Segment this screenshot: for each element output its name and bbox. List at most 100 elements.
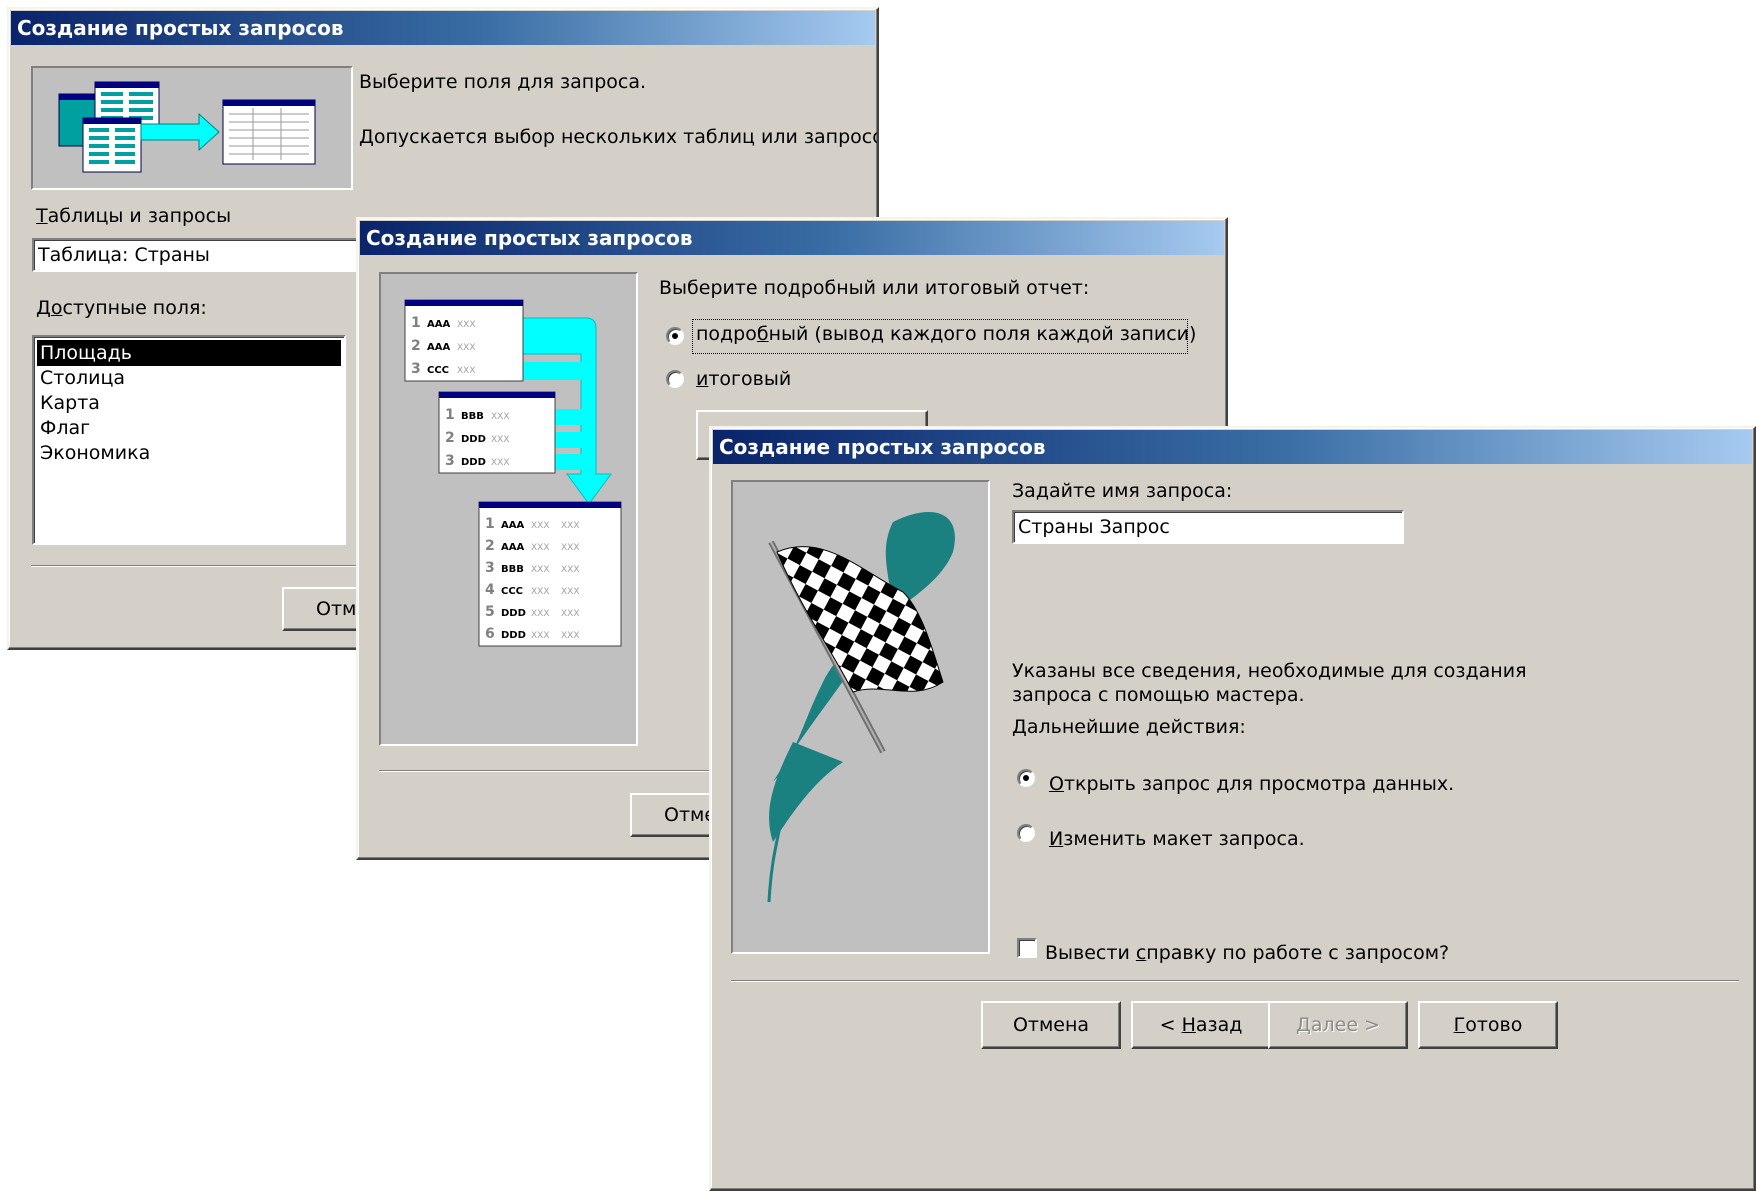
- detail-query-illustration: 1 AAA XXX 2 AAA XXX 3 CCC XXX 1 BBB XXX 2 DDD XXX 3 DDD X…: [404, 299, 622, 647]
- left-table-row-number: 1: [411, 315, 421, 331]
- result-table-row-filler: XXX: [561, 565, 580, 575]
- list-item[interactable]: Флаг: [37, 415, 341, 441]
- middle-table-row-number: 2: [445, 430, 455, 446]
- result-table-row-filler: XXX: [561, 631, 580, 641]
- result-table-row-filler: XXX: [531, 587, 550, 597]
- next-button-rest: алее >: [1310, 1014, 1380, 1036]
- result-table-row-filler: XXX: [531, 609, 550, 619]
- back-button[interactable]: < Назад: [1131, 1001, 1271, 1049]
- info-text-line2: запроса с помощью мастера.: [1012, 684, 1305, 706]
- open-query-label[interactable]: Открыть запрос для просмотра данных.: [1049, 773, 1454, 795]
- result-table-row-filler: XXX: [531, 543, 550, 553]
- next-button-accel: Д: [1296, 1014, 1311, 1036]
- left-table-row-number: 3: [411, 361, 421, 377]
- result-table-row-key: BBB: [501, 564, 524, 575]
- dialog-finish: Создание простых запросов Задайте имя за…: [709, 426, 1756, 1191]
- dialog-title-bar: Создание простых запросов: [360, 221, 1224, 255]
- wizard-illustration-detail: 1 AAA XXX 2 AAA XXX 3 CCC XXX 1 BBB XXX 2 DDD XXX 3 DDD X…: [379, 272, 638, 746]
- detail-summary-prompt: Выберите подробный или итоговый отчет:: [659, 277, 1090, 299]
- radio-modify-design[interactable]: [1017, 824, 1035, 842]
- back-button-accel: Н: [1181, 1014, 1196, 1036]
- middle-table-row-key: DDD: [461, 457, 486, 468]
- middle-table-row-number: 1: [445, 407, 455, 423]
- detail-option-label[interactable]: подробный (вывод каждого поля каждой зап…: [696, 323, 1196, 345]
- cancel-button[interactable]: Отмена: [981, 1001, 1121, 1049]
- available-fields-label-rest: ступные поля:: [62, 297, 207, 319]
- middle-table-row-filler: XXX: [491, 435, 510, 445]
- result-table-row-filler: XXX: [561, 543, 580, 553]
- result-table-row-filler: XXX: [561, 587, 580, 597]
- next-button[interactable]: Далее >: [1268, 1001, 1408, 1049]
- list-item[interactable]: Столица: [37, 365, 341, 391]
- middle-table-row-filler: XXX: [491, 412, 510, 422]
- finish-button-accel: Г: [1453, 1014, 1466, 1036]
- finish-button-rest: отово: [1465, 1014, 1523, 1036]
- query-name-input[interactable]: Страны Запрос: [1012, 510, 1404, 544]
- list-item[interactable]: Экономика: [37, 440, 341, 466]
- instruction-text: Выберите поля для запроса.: [359, 71, 647, 93]
- result-table-header: [479, 502, 621, 508]
- result-table-row-key: DDD: [501, 630, 526, 641]
- flow-arrow-row: [551, 409, 591, 425]
- radio-summary[interactable]: [666, 370, 684, 388]
- summary-option-accel: и: [696, 368, 709, 390]
- help-label-accel: с: [1135, 942, 1147, 964]
- result-table-row-number: 1: [485, 516, 495, 532]
- help-checkbox[interactable]: [1017, 938, 1037, 958]
- instruction-text-2: Допускается выбор нескольких таблиц или …: [359, 126, 879, 148]
- dialog-title-bar: Создание простых запросов: [713, 430, 1752, 464]
- available-fields-list[interactable]: Площадь Столица Карта Флаг Экономика: [32, 335, 346, 545]
- left-table-row-filler: XXX: [457, 366, 476, 376]
- next-actions-label: Дальнейшие действия:: [1012, 716, 1246, 738]
- modify-design-accel: И: [1049, 828, 1064, 850]
- result-table-row-key: DDD: [501, 608, 526, 619]
- flow-arrow-row: [521, 362, 591, 380]
- radio-detail[interactable]: [666, 327, 684, 345]
- query-name-label: Задайте имя запроса:: [1012, 480, 1233, 502]
- tables-combobox-value: Таблица: Страны: [38, 244, 210, 266]
- left-table-header: [405, 300, 523, 306]
- modify-design-label[interactable]: Изменить макет запроса.: [1049, 828, 1305, 850]
- result-table-row-number: 3: [485, 560, 495, 576]
- middle-table-row-filler: XXX: [491, 458, 510, 468]
- tables-label-accel: Т: [36, 205, 48, 227]
- middle-table-row-number: 3: [445, 453, 455, 469]
- result-table-row-number: 5: [485, 604, 495, 620]
- left-table-row-number: 2: [411, 338, 421, 354]
- detail-option-pre: подро: [696, 323, 757, 345]
- back-button-pre: <: [1159, 1014, 1182, 1036]
- help-checkbox-label[interactable]: Вывести справку по работе с запросом?: [1045, 942, 1449, 964]
- detail-option-accel: б: [756, 323, 769, 345]
- result-table-row-filler: XXX: [531, 565, 550, 575]
- detail-option-rest: ный (вывод каждого поля каждой записи): [768, 323, 1197, 345]
- result-table-row-key: AAA: [501, 520, 524, 531]
- list-item[interactable]: Карта: [37, 390, 341, 416]
- left-table-row-key: CCC: [427, 365, 449, 376]
- result-table-row-filler: XXX: [561, 609, 580, 619]
- available-fields-label: Доступные поля:: [36, 297, 207, 319]
- open-query-accel: О: [1049, 773, 1064, 795]
- available-fields-label-accel: о: [50, 297, 63, 319]
- middle-table-row-key: BBB: [461, 411, 484, 422]
- left-table-row-filler: XXX: [457, 320, 476, 330]
- result-table-row-number: 6: [485, 626, 495, 642]
- middle-table-header: [439, 392, 555, 398]
- finish-button[interactable]: Готово: [1418, 1001, 1558, 1049]
- summary-option-label[interactable]: итоговый: [696, 368, 791, 390]
- radio-open-query[interactable]: [1017, 769, 1035, 787]
- flow-arrow-row: [551, 432, 591, 448]
- dialog-title-bar: Создание простых запросов: [11, 11, 875, 45]
- list-item[interactable]: Площадь: [37, 340, 341, 366]
- checkered-flag-icon: [767, 512, 955, 903]
- left-table-row-key: AAA: [427, 319, 450, 330]
- middle-table-row-key: DDD: [461, 434, 486, 445]
- wizard-illustration-flag: [731, 480, 990, 954]
- help-label-pre: Вывести: [1045, 942, 1136, 964]
- help-label-rest: правку по работе с запросом?: [1146, 942, 1450, 964]
- summary-option-rest: тоговый: [708, 368, 792, 390]
- flow-arrow-row: [551, 454, 591, 470]
- tables-combobox[interactable]: Таблица: Страны: [32, 238, 372, 272]
- result-table-row-number: 2: [485, 538, 495, 554]
- result-table-row-key: CCC: [501, 586, 523, 597]
- result-table-row-key: AAA: [501, 542, 524, 553]
